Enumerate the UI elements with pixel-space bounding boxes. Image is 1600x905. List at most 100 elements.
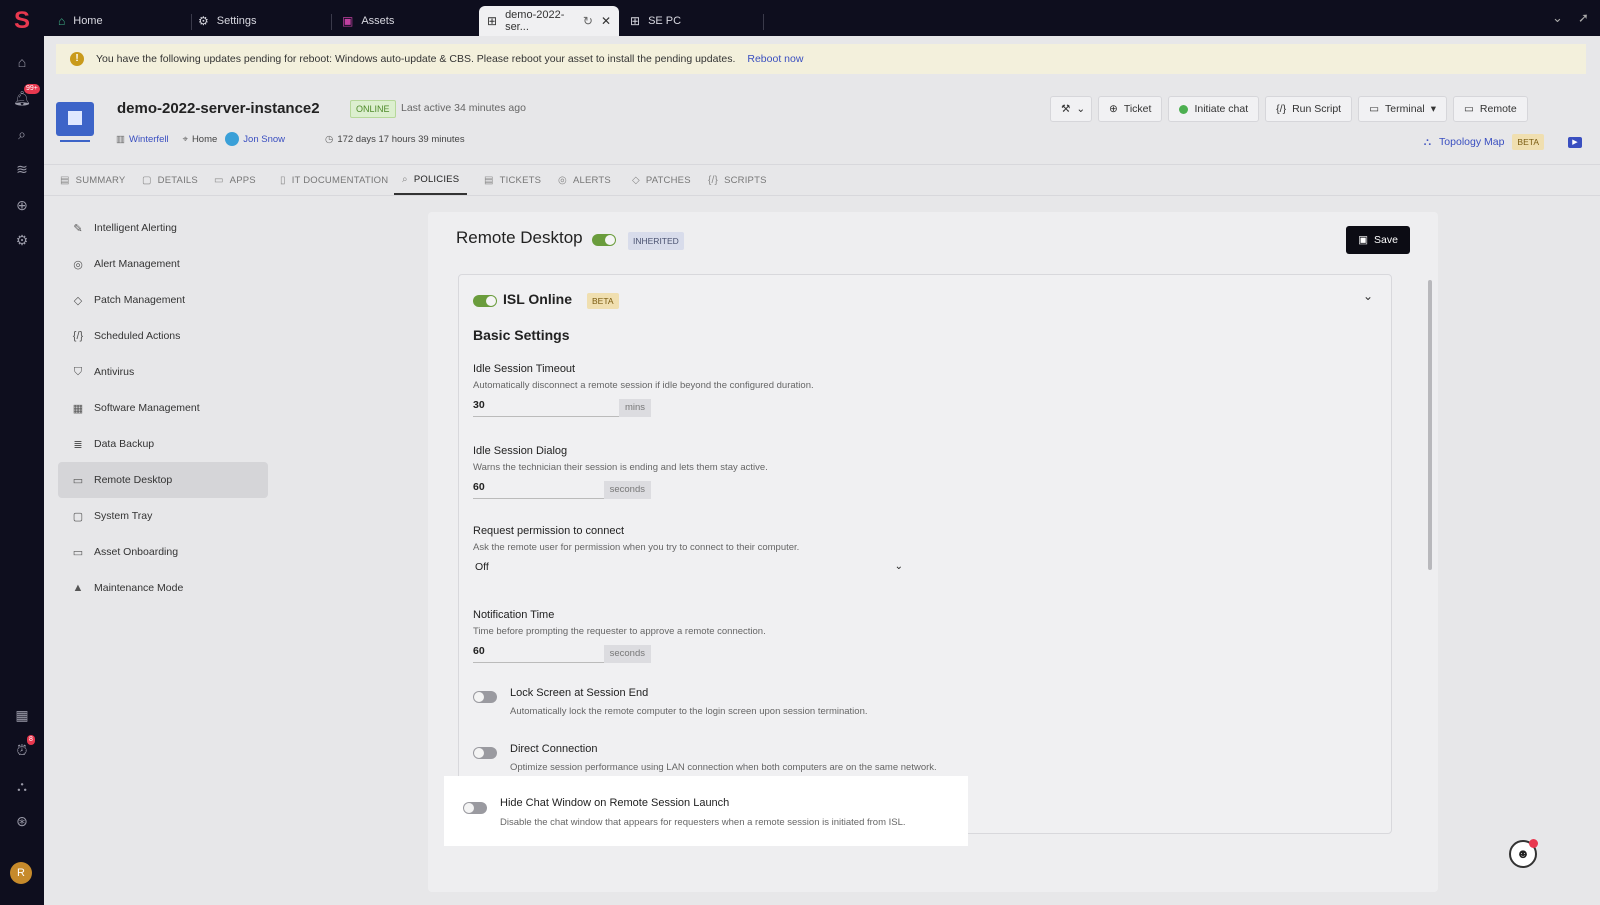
assistant-bot-icon[interactable]: ☻ <box>1509 839 1538 868</box>
folder-icon: ▭ <box>72 546 84 559</box>
hide-chat-setting: Hide Chat Window on Remote Session Launc… <box>444 776 968 846</box>
tab-summary[interactable]: ▤ SUMMARY <box>60 165 125 195</box>
close-icon[interactable]: ✕ <box>601 14 611 28</box>
save-icon: ▣ <box>1358 234 1368 246</box>
isl-online-section: ISL Online BETA ⌄ Basic Settings Idle Se… <box>458 274 1392 834</box>
remote-button[interactable]: ▭ Remote <box>1453 96 1528 122</box>
tab-policies[interactable]: ⌕ POLICIES <box>394 165 468 195</box>
remote-desktop-toggle[interactable] <box>592 234 616 246</box>
idle-dialog-input[interactable]: 60 seconds <box>473 479 651 499</box>
unit-label: seconds <box>603 645 651 663</box>
warning-icon: ! <box>70 52 84 66</box>
ticket-button[interactable]: ⊕ Ticket <box>1098 96 1163 122</box>
chevron-down-icon[interactable]: ⌄ <box>1363 289 1373 303</box>
policy-title: Remote Desktop <box>456 228 583 247</box>
logo-icon[interactable]: S <box>9 8 35 34</box>
beta-badge: BETA <box>1512 134 1544 150</box>
main-area: ! You have the following updates pending… <box>44 36 1600 905</box>
initiate-chat-button[interactable]: Initiate chat <box>1168 96 1260 122</box>
video-icon[interactable]: ▶ <box>1568 136 1582 148</box>
notifications-badge: 99+ <box>24 84 40 94</box>
tab-it-documentation[interactable]: ▯ IT DOCUMENTATION <box>280 165 388 195</box>
nav-data-backup[interactable]: ≣ Data Backup <box>58 426 268 462</box>
home-icon[interactable]: ⌂ <box>12 52 32 72</box>
plus-circle-icon: ⊕ <box>1109 103 1118 115</box>
site-link[interactable]: Winterfell <box>129 134 169 145</box>
tab-home[interactable]: ⌂ Home <box>50 6 192 36</box>
asset-header: demo-2022-server-instance2 ONLINE Last a… <box>44 78 1600 164</box>
topology-map-link[interactable]: Topology Map <box>1439 136 1504 148</box>
compass-icon[interactable]: ⊛ <box>12 811 32 831</box>
tab-scripts[interactable]: {/} SCRIPTS <box>708 165 767 195</box>
unit-label: mins <box>618 399 651 417</box>
notification-time-input[interactable]: 60 seconds <box>473 643 651 663</box>
asset-subtabs: ▤ SUMMARY ▢ DETAILS ▭ APPS ▯ IT DOCUMENTATIO… <box>44 164 1600 196</box>
tab-se-pc[interactable]: ⊞ SE PC <box>622 6 764 36</box>
direct-connection-toggle[interactable] <box>473 747 497 759</box>
apps-icon: ▭ <box>214 174 224 186</box>
refresh-icon[interactable]: ↻ <box>583 14 593 28</box>
isl-online-toggle[interactable] <box>473 295 497 307</box>
nav-alert-management[interactable]: ◎ Alert Management <box>58 246 268 282</box>
search-icon[interactable]: ⌕ <box>12 124 32 144</box>
plus-square-icon[interactable]: ⊕ <box>12 195 32 215</box>
user-avatar-small <box>225 132 240 146</box>
pin-icon: ✎ <box>73 222 83 235</box>
nav-remote-desktop[interactable]: ▭ Remote Desktop <box>58 462 268 498</box>
chat-icon <box>1179 104 1189 114</box>
user-link[interactable]: Jon Snow <box>243 134 285 145</box>
policy-icon: ⌕ <box>402 173 408 185</box>
layers-icon[interactable]: ≋ <box>12 159 32 179</box>
lock-screen-toggle[interactable] <box>473 691 497 703</box>
database-icon: ≣ <box>73 438 83 451</box>
tab-apps[interactable]: ▭ APPS <box>214 165 256 195</box>
nav-system-tray[interactable]: ▢ System Tray <box>58 498 268 534</box>
tab-details[interactable]: ▢ DETAILS <box>142 165 198 195</box>
chevron-down-box-icon[interactable]: ⌄ <box>1552 10 1563 26</box>
tab-settings[interactable]: ⚙ Settings <box>190 6 332 36</box>
settings-icon[interactable]: ⚙ <box>12 230 32 250</box>
hide-chat-toggle[interactable] <box>463 802 487 814</box>
reboot-now-link[interactable]: Reboot now <box>747 53 803 65</box>
terminal-button[interactable]: ▭ Terminal ▾ <box>1358 96 1447 122</box>
provider-title: ISL Online <box>503 291 572 307</box>
summary-icon: ▤ <box>60 174 70 186</box>
permission-select[interactable]: Off ⌄ <box>473 561 903 581</box>
save-button[interactable]: ▣ Save <box>1346 226 1410 254</box>
tools-dropdown[interactable]: ⚒ ⌄ <box>1050 96 1092 122</box>
nav-scheduled-actions[interactable]: {/} Scheduled Actions <box>58 318 268 354</box>
tab-tickets[interactable]: ▤ TICKETS <box>484 165 541 195</box>
tab-assets[interactable]: ▣ Assets <box>334 6 474 36</box>
direct-connection-setting: Direct Connection Optimize session perfo… <box>473 743 1113 779</box>
nav-software-management[interactable]: ▦ Software Management <box>58 390 268 426</box>
nav-maintenance-mode[interactable]: ▲ Maintenance Mode <box>58 570 268 606</box>
script-icon: {/} <box>1276 103 1287 115</box>
chevron-down-icon: ⌄ <box>1076 103 1086 115</box>
unit-label: seconds <box>603 481 651 499</box>
location-pin-icon: ⌖ <box>182 133 188 145</box>
scrollbar[interactable] <box>1428 280 1432 570</box>
topology-icon: ⛬ <box>1423 135 1432 148</box>
globe-icon: ⊞ <box>487 14 498 28</box>
calendar-icon[interactable]: ▦ <box>12 705 32 725</box>
tab-alerts[interactable]: ◎ ALERTS <box>558 165 611 195</box>
nav-asset-onboarding[interactable]: ▭ Asset Onboarding <box>58 534 268 570</box>
tab-patches[interactable]: ◇ PATCHES <box>632 165 691 195</box>
globe-icon: ⊞ <box>630 14 641 28</box>
chevron-down-icon: ⌄ <box>894 561 903 572</box>
rocket-icon[interactable]: ➚ <box>1578 10 1589 26</box>
network-icon[interactable]: ⛬ <box>12 776 32 796</box>
asset-meta: ▥ Winterfell ⌖ Home Jon Snow ◷ 172 days … <box>116 132 465 146</box>
tab-demo-server[interactable]: ⊞ demo-2022-ser... ↻ ✕ <box>479 6 619 36</box>
topology-map: ⛬ Topology Map BETA ▶ <box>1424 134 1582 150</box>
idle-timeout-input[interactable]: 30 mins <box>473 397 651 417</box>
ticket-icon: ▤ <box>484 174 494 186</box>
gear-icon: ⚙ <box>198 14 209 28</box>
nav-antivirus[interactable]: ⛉ Antivirus <box>58 354 268 390</box>
nav-patch-management[interactable]: ◇ Patch Management <box>58 282 268 318</box>
run-script-button[interactable]: {/} Run Script <box>1265 96 1353 122</box>
user-avatar[interactable]: R <box>10 862 32 884</box>
asset-actions: ⚒ ⌄ ⊕ Ticket Initiate chat {/} Run Script ▭… <box>1050 96 1528 122</box>
terminal-icon: ▭ <box>1369 103 1380 115</box>
nav-intelligent-alerting[interactable]: ✎ Intelligent Alerting <box>58 210 268 246</box>
